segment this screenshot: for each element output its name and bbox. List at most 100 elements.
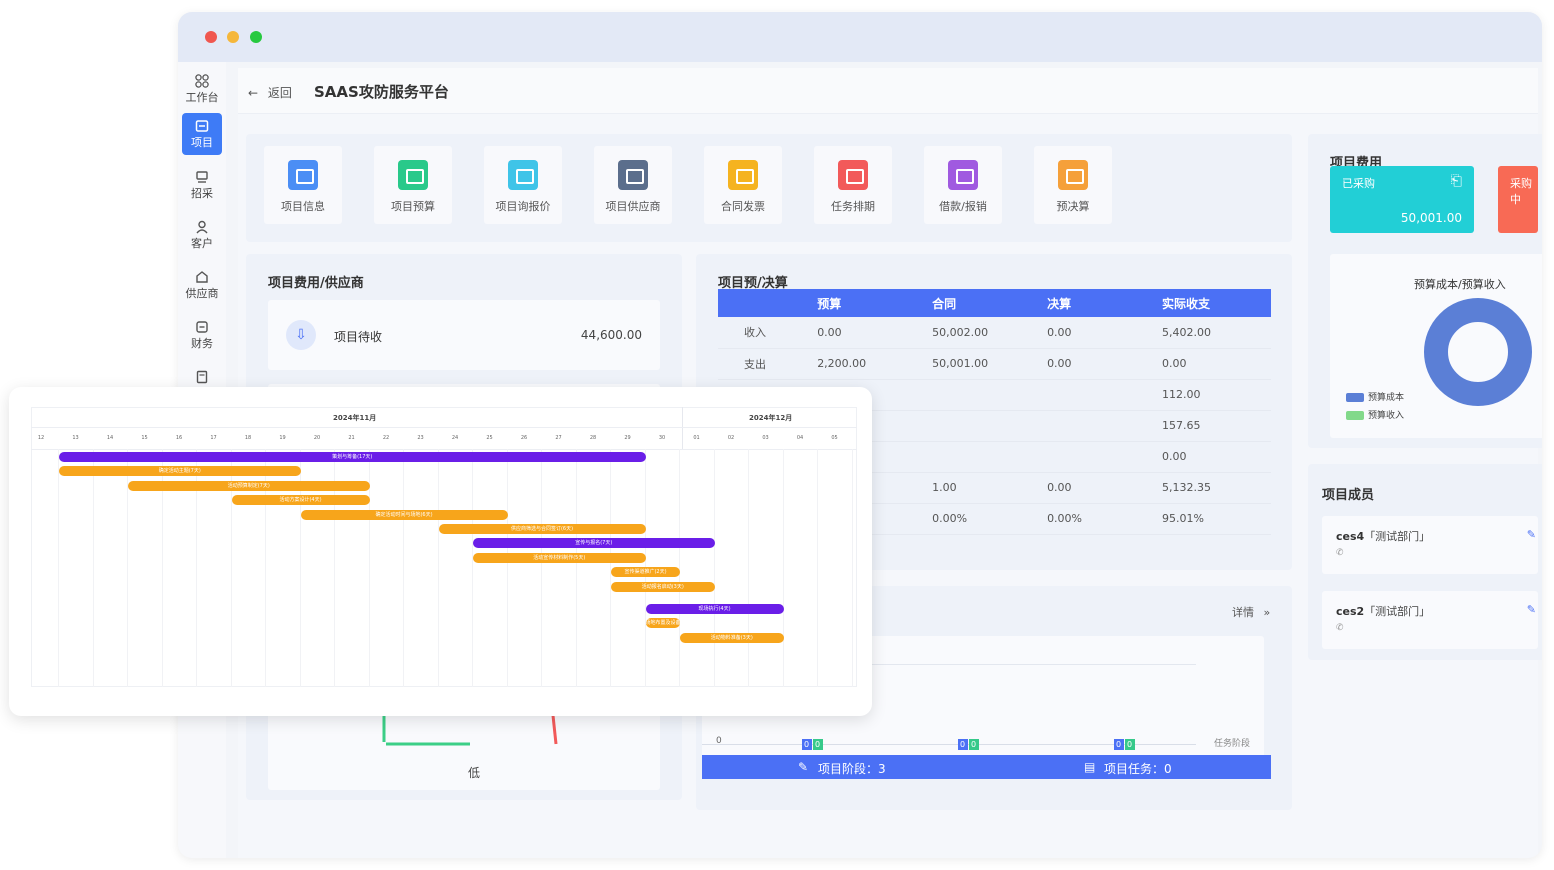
gantt-day-line	[851, 449, 853, 687]
column-header: 预算	[811, 289, 927, 317]
table-cell	[1041, 441, 1156, 473]
receivable-card[interactable]: ⇩ 项目待收 44,600.00	[268, 300, 660, 370]
gantt-day-label: 02	[727, 435, 735, 441]
table-cell	[1041, 379, 1156, 411]
table-cell: 0.00%	[1041, 503, 1156, 535]
member-card[interactable]: ces4「测试部门」 ✆ ✎	[1322, 516, 1538, 574]
gantt-day-label: 24	[451, 435, 459, 441]
gantt-day-label: 22	[382, 435, 390, 441]
gantt-day-label: 20	[313, 435, 321, 441]
gantt-task-bar[interactable]: 宣传与报名(7天)	[473, 538, 715, 549]
sidebar-item-supplier[interactable]: 供应商	[182, 264, 222, 308]
tile-1[interactable]: 项目信息	[264, 146, 342, 224]
gantt-day-label: 18	[244, 435, 252, 441]
table-cell: 5,132.35	[1156, 472, 1271, 504]
gantt-day-label: 05	[831, 435, 838, 441]
legend-swatch	[1346, 393, 1364, 402]
table-cell: 2,200.00	[811, 348, 927, 380]
gantt-task-bar[interactable]: 活动方案设计(4天)	[231, 495, 370, 506]
sidebar-item-purchase[interactable]: 招采	[182, 164, 222, 208]
folder-icon	[195, 120, 209, 132]
back-label: 返回	[267, 86, 292, 100]
gantt-day-line	[58, 449, 59, 687]
tile-4[interactable]: 项目供应商	[594, 146, 672, 224]
panel-title: 项目成员	[1322, 488, 1375, 503]
fee-card-value: 50,001.00	[1400, 211, 1462, 225]
table-cell: 112.00	[1156, 379, 1271, 411]
gantt-day-line	[437, 449, 439, 687]
tile-7[interactable]: 借款/报销	[924, 146, 1002, 224]
axis-zero-label: 0	[716, 736, 722, 746]
tile-icon	[618, 160, 648, 190]
gantt-day-line	[748, 449, 749, 687]
table-row: 收入 0.00 50,002.00 0.00 5,402.00	[718, 317, 1271, 349]
minimize-window-button[interactable]	[227, 31, 239, 43]
table-row: 支出 2,200.00 50,001.00 0.00 0.00	[718, 348, 1271, 380]
edit-icon[interactable]: ✎	[1527, 603, 1536, 616]
member-dept: 「测试部门」	[1364, 530, 1431, 543]
gantt-task-bar[interactable]: 活动报名启动(3天)	[611, 581, 715, 592]
sidebar-item-label: 工作台	[185, 91, 219, 104]
tile-label: 项目询报价	[495, 200, 551, 213]
gantt-day-line	[92, 449, 94, 687]
member-card[interactable]: ces2「测试部门」 ✆ ✎	[1322, 591, 1538, 649]
tile-5[interactable]: 合同发票	[704, 146, 782, 224]
legend-label: 预算成本	[1368, 393, 1405, 403]
legend-label: 预算收入	[1368, 411, 1405, 421]
gantt-task-bar[interactable]: 供应商筛选与合同签订(6天)	[438, 524, 646, 534]
gantt-day-label: 14	[106, 435, 114, 441]
member-name: ces4「测试部门」	[1336, 528, 1430, 544]
sidebar-item-customer[interactable]: 客户	[182, 214, 222, 258]
gantt-month-label: 2024年12月	[749, 414, 793, 422]
purchase-icon	[196, 171, 208, 183]
table-cell: 5,402.00	[1156, 317, 1271, 349]
gantt-task-bar[interactable]: 确定活动主题(7天)	[59, 466, 301, 477]
stage-badge-a: 0	[801, 739, 812, 750]
tile-3[interactable]: 项目询报价	[484, 146, 562, 224]
details-link[interactable]: 详情 »	[1232, 604, 1270, 620]
tile-icon	[948, 160, 978, 190]
back-button[interactable]: ← 返回	[248, 84, 292, 101]
gantt-month-label: 2024年11月	[333, 414, 377, 422]
gantt-task-bar[interactable]: 活动物料准备(3天)	[680, 632, 784, 643]
gantt-day-label: 19	[279, 435, 286, 441]
tile-2[interactable]: 项目预算	[374, 146, 452, 224]
sidebar-item-finance[interactable]: 财务	[182, 314, 222, 358]
maximize-window-button[interactable]	[250, 31, 262, 43]
gantt-day-line	[817, 449, 818, 687]
gantt-task-bar[interactable]: 现场执行(4天)	[645, 604, 784, 614]
gantt-task-bar[interactable]: 活动宣传材料制作(5天)	[473, 552, 646, 563]
purchasing-card[interactable]: 采购中	[1498, 166, 1538, 233]
gantt-header-line	[31, 449, 857, 450]
arrow-left-icon: ←	[248, 86, 259, 100]
sidebar-item-project[interactable]: 项目	[182, 113, 222, 155]
sidebar-item-workbench[interactable]: 工作台	[182, 68, 222, 112]
phone-icon: ✆	[1336, 548, 1344, 558]
gantt-task-bar[interactable]: 策划与筹备(17天)	[59, 452, 646, 462]
gantt-task-bar[interactable]: 宣传渠道推广(2天)	[611, 567, 680, 578]
tile-6[interactable]: 任务排期	[814, 146, 892, 224]
sidebar-item-label: 项目	[191, 136, 213, 149]
download-icon: ⇩	[286, 320, 316, 350]
tile-label: 项目信息	[281, 200, 325, 213]
tile-label: 任务排期	[831, 200, 875, 213]
gantt-day-line	[541, 449, 542, 687]
gantt-task-bar[interactable]: 确定活动时间与场地(6天)	[300, 509, 508, 520]
tile-label: 预决算	[1056, 200, 1090, 213]
gantt-day-label: 03	[762, 435, 769, 441]
purchased-card[interactable]: 已采购 50,001.00 ⎗	[1330, 166, 1474, 233]
budget-donut-chart	[1424, 298, 1532, 406]
legend-item: 预算收入	[1346, 408, 1404, 421]
gantt-task-bar[interactable]: 场地布置及设备调试	[645, 618, 680, 629]
stage-badge-b: 0	[968, 739, 979, 750]
column-header	[718, 289, 812, 317]
receivable-label: 项目待收	[334, 330, 383, 344]
edit-icon[interactable]: ✎	[1527, 528, 1536, 541]
gantt-task-bar[interactable]: 活动预算制定(7天)	[128, 480, 370, 491]
panel-title: 项目费用/供应商	[268, 276, 364, 291]
tile-8[interactable]: 预决算	[1034, 146, 1112, 224]
stage-badge-b: 0	[812, 739, 823, 750]
member-username: ces4	[1336, 530, 1365, 543]
donut-card: 预算成本/预算收入 预算成本 预算收入	[1330, 254, 1542, 438]
close-window-button[interactable]	[205, 31, 217, 43]
